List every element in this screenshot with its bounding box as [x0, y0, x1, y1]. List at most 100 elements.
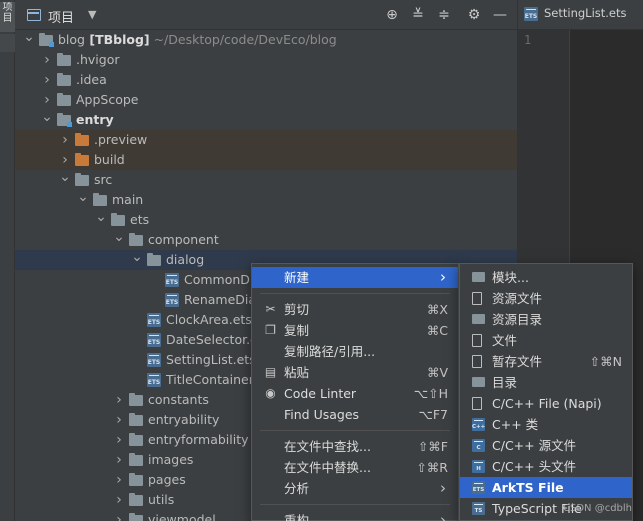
project-tool-tab[interactable]: 项目	[0, 2, 15, 32]
menu-item-label: 复制	[284, 323, 310, 338]
menu-item-label: Code Linter	[284, 386, 357, 401]
folder-icon	[129, 393, 143, 406]
folder-icon	[75, 173, 89, 186]
gear-icon[interactable]: ⚙	[465, 6, 483, 24]
chevron-right-icon[interactable]: ›	[41, 70, 53, 90]
submenu-item-label: 目录	[492, 375, 518, 390]
chevron-right-icon[interactable]: ›	[113, 470, 125, 490]
secondary-tool-tab[interactable]	[0, 34, 15, 52]
ets-file-icon: ETS	[147, 353, 161, 367]
chevron-right-icon[interactable]: ›	[113, 490, 125, 510]
context-menu-item[interactable]: 分析 ›	[252, 478, 458, 499]
menu-item-label: 在文件中查找...	[284, 439, 371, 454]
tree-item-label: images	[148, 452, 194, 467]
submenu-item[interactable]: 目录	[460, 372, 632, 393]
locate-target-icon[interactable]: ⊕	[383, 6, 401, 24]
chevron-right-icon: ›	[440, 511, 446, 521]
chevron-down-icon[interactable]: ⌄	[41, 110, 53, 124]
submenu-item[interactable]: ETS ArkTS File	[460, 477, 632, 498]
tree-item-label: RenameDia	[184, 292, 257, 307]
tree-row[interactable]: › .idea	[15, 70, 517, 90]
folder-icon	[93, 193, 107, 206]
submenu-item[interactable]: 资源目录	[460, 309, 632, 330]
tree-row[interactable]: ⌄ main	[15, 190, 517, 210]
folder-icon	[129, 433, 143, 446]
editor-tab-settinglist[interactable]: ETS SettingList.ets	[522, 6, 627, 21]
minimize-icon[interactable]: —	[491, 6, 509, 24]
folder-icon	[57, 53, 71, 66]
tree-item-label: .idea	[76, 72, 107, 87]
chevron-right-icon[interactable]: ›	[113, 410, 125, 430]
chevron-down-icon[interactable]: ⌄	[59, 170, 71, 184]
chevron-right-icon[interactable]: ›	[41, 50, 53, 70]
editor-tab-bar: ETS SettingList.ets	[517, 0, 643, 30]
clipboard-icon: ▤	[264, 365, 277, 379]
tree-row[interactable]: › AppScope	[15, 90, 517, 110]
submenu-item[interactable]: 模块...	[460, 267, 632, 288]
tree-row[interactable]: › build	[15, 150, 517, 170]
project-path-hint: ~/Desktop/code/DevEco/blog	[149, 32, 337, 47]
menu-separator	[260, 293, 450, 294]
submenu-item[interactable]: H C/C++ 头文件	[460, 456, 632, 477]
context-menu-item[interactable]: ◉ Code Linter ⌥⇧H	[252, 383, 458, 404]
tree-item-label: entryformability	[148, 432, 249, 447]
submenu-item[interactable]: 暂存文件 ⇧⌘N	[460, 351, 632, 372]
chevron-right-icon: ›	[440, 479, 446, 497]
new-submenu: 模块... 资源文件 资源目录 文件 暂存文件 ⇧⌘N 目录 C/C++ File (Napi…	[459, 263, 633, 521]
menu-item-label: 新建	[284, 270, 310, 285]
menu-item-shortcut: ⌘V	[426, 365, 448, 380]
context-menu-item[interactable]: ❐ 复制 ⌘C	[252, 320, 458, 341]
folder-icon	[57, 93, 71, 106]
context-menu-item[interactable]: ▤ 粘贴 ⌘V	[252, 362, 458, 383]
chevron-right-icon[interactable]: ›	[41, 90, 53, 110]
folder-icon	[129, 413, 143, 426]
chevron-right-icon[interactable]: ›	[59, 130, 71, 150]
panel-title[interactable]: 项目	[48, 7, 74, 26]
submenu-item[interactable]: C C/C++ 源文件	[460, 435, 632, 456]
tree-row[interactable]: ⌄ ets	[15, 210, 517, 230]
tree-row[interactable]: ⌄ entry	[15, 110, 517, 130]
context-menu-item[interactable]: 在文件中替换... ⇧⌘R	[252, 457, 458, 478]
context-menu-item[interactable]: 新建 ›	[252, 267, 458, 288]
menu-item-shortcut: ⇧⌘R	[416, 460, 448, 475]
tree-row[interactable]: ⌄ blog [TBblog] ~/Desktop/code/DevEco/blo…	[15, 30, 517, 50]
chevron-right-icon[interactable]: ›	[113, 430, 125, 450]
chevron-down-icon[interactable]: ⌄	[77, 190, 89, 204]
submenu-item[interactable]: 资源文件	[460, 288, 632, 309]
expand-all-icon[interactable]: ≚	[409, 6, 427, 24]
chevron-down-icon[interactable]: ⌄	[113, 230, 125, 244]
folder-icon	[129, 453, 143, 466]
menu-item-label: 粘贴	[284, 365, 310, 380]
submenu-item-label: C/C++ File (Napi)	[492, 396, 602, 411]
project-panel-header: 项目 ▼ ⊕ ≚ ≑ ⚙ —	[15, 0, 517, 30]
context-menu-item[interactable]: 复制路径/引用...	[252, 341, 458, 362]
submenu-item-label: ArkTS File	[492, 480, 564, 495]
chevron-down-icon[interactable]: ⌄	[131, 250, 143, 264]
collapse-all-icon[interactable]: ≑	[435, 6, 453, 24]
chevron-right-icon[interactable]: ›	[59, 150, 71, 170]
context-menu-item[interactable]: Find Usages ⌥F7	[252, 404, 458, 425]
tree-item-label: entry	[76, 112, 114, 127]
submenu-item[interactable]: C++ C++ 类	[460, 414, 632, 435]
tree-row[interactable]: ⌄ src	[15, 170, 517, 190]
chevron-down-icon[interactable]: ⌄	[23, 30, 35, 44]
menu-item-label: 分析	[284, 481, 310, 496]
context-menu-item[interactable]: 重构 ›	[252, 510, 458, 521]
tree-row[interactable]: › .preview	[15, 130, 517, 150]
folder-icon	[129, 473, 143, 486]
tree-row[interactable]: › .hvigor	[15, 50, 517, 70]
tree-item-label: SettingList.ets	[166, 352, 256, 367]
chevron-down-icon[interactable]: ▼	[88, 8, 96, 21]
chevron-right-icon[interactable]: ›	[113, 390, 125, 410]
chevron-right-icon[interactable]: ›	[113, 510, 125, 521]
context-menu-item[interactable]: ✂ 剪切 ⌘X	[252, 299, 458, 320]
tree-item-label: dialog	[166, 252, 205, 267]
chevron-down-icon[interactable]: ⌄	[95, 210, 107, 224]
submenu-item[interactable]: 文件	[460, 330, 632, 351]
tree-item-label: main	[112, 192, 144, 207]
context-menu-item[interactable]: 在文件中查找... ⇧⌘F	[252, 436, 458, 457]
folder-icon	[75, 153, 89, 166]
submenu-item[interactable]: C/C++ File (Napi)	[460, 393, 632, 414]
chevron-right-icon[interactable]: ›	[113, 450, 125, 470]
tree-row[interactable]: ⌄ component	[15, 230, 517, 250]
